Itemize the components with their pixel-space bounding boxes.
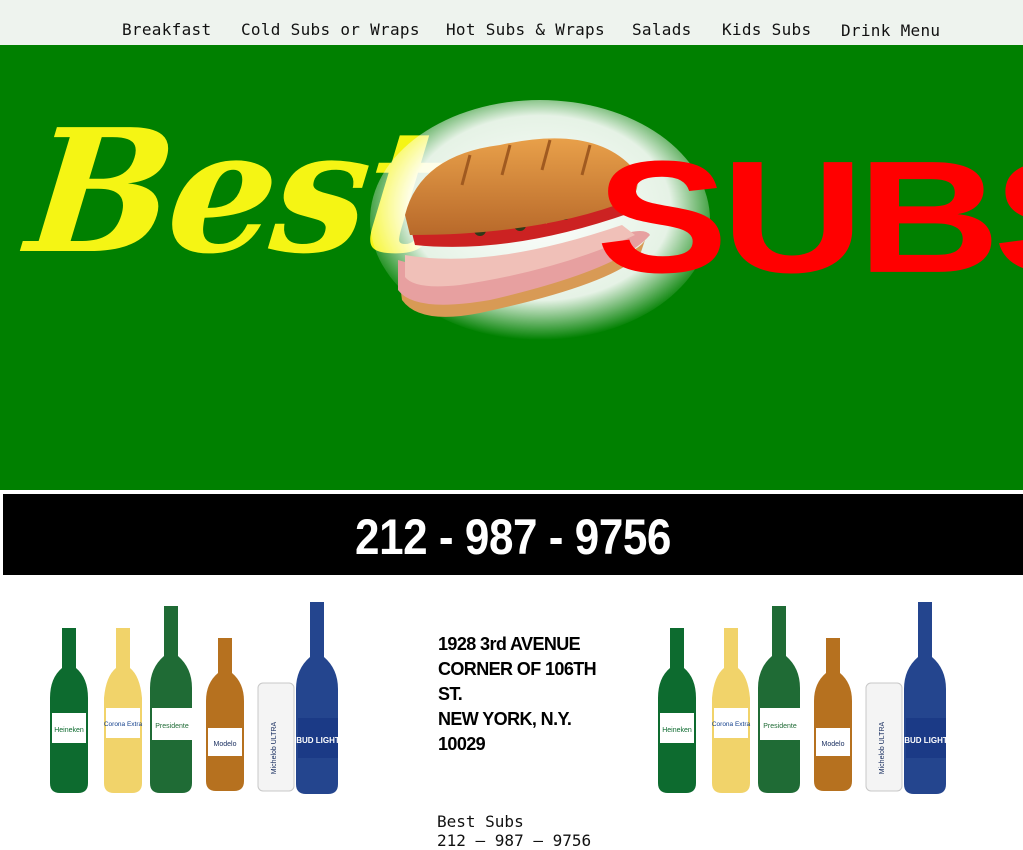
presidente-label: Presidente: [155, 723, 189, 730]
top-nav: Breakfast Cold Subs or Wraps Hot Subs & …: [0, 0, 1023, 45]
beer-bottles-image-right: Heineken Corona Extra Presidente Modelo …: [640, 598, 960, 803]
phone-banner: 212 - 987 - 9756: [3, 494, 1023, 575]
phone-number[interactable]: 212 - 987 - 9756: [64, 508, 962, 566]
footer-business-name: Best Subs: [437, 812, 524, 831]
corona-label: Corona Extra: [104, 721, 143, 728]
address-line-city: NEW YORK, N.Y. 10029: [438, 709, 572, 754]
heineken-label: Heineken: [54, 727, 84, 734]
address-block: 1928 3rd AVENUE CORNER OF 106TH ST. NEW …: [438, 632, 598, 757]
presidente-label: Presidente: [763, 723, 797, 730]
address-line-street: 1928 3rd AVENUE: [438, 634, 581, 654]
address-line-corner: CORNER OF 106TH ST.: [438, 659, 597, 704]
budlight-label: BUD LIGHT: [904, 736, 948, 745]
logo-subs-text: SUBS: [596, 127, 1023, 307]
heineken-label: Heineken: [662, 727, 692, 734]
modelo-label: Modelo: [214, 741, 237, 748]
nav-drink-menu[interactable]: Drink Menu: [841, 21, 940, 40]
nav-kids-subs[interactable]: Kids Subs: [722, 20, 811, 39]
nav-cold-subs[interactable]: Cold Subs or Wraps: [241, 20, 420, 39]
nav-salads[interactable]: Salads: [632, 20, 692, 39]
modelo-label: Modelo: [822, 741, 845, 748]
corona-label: Corona Extra: [712, 721, 751, 728]
budlight-label: BUD LIGHT: [296, 736, 340, 745]
ultra-label: Michelob ULTRA: [879, 721, 886, 774]
footer-phone: 212 – 987 – 9756: [437, 831, 592, 850]
beer-bottles-image-left: Heineken Corona Extra Presidente Modelo …: [32, 598, 352, 803]
hero-banner: Best SUBS: [0, 45, 1023, 490]
nav-breakfast[interactable]: Breakfast: [122, 20, 211, 39]
ultra-label: Michelob ULTRA: [271, 721, 278, 774]
footer-info: Best Subs 212 – 987 – 9756: [437, 812, 591, 850]
nav-hot-subs[interactable]: Hot Subs & Wraps: [446, 20, 605, 39]
